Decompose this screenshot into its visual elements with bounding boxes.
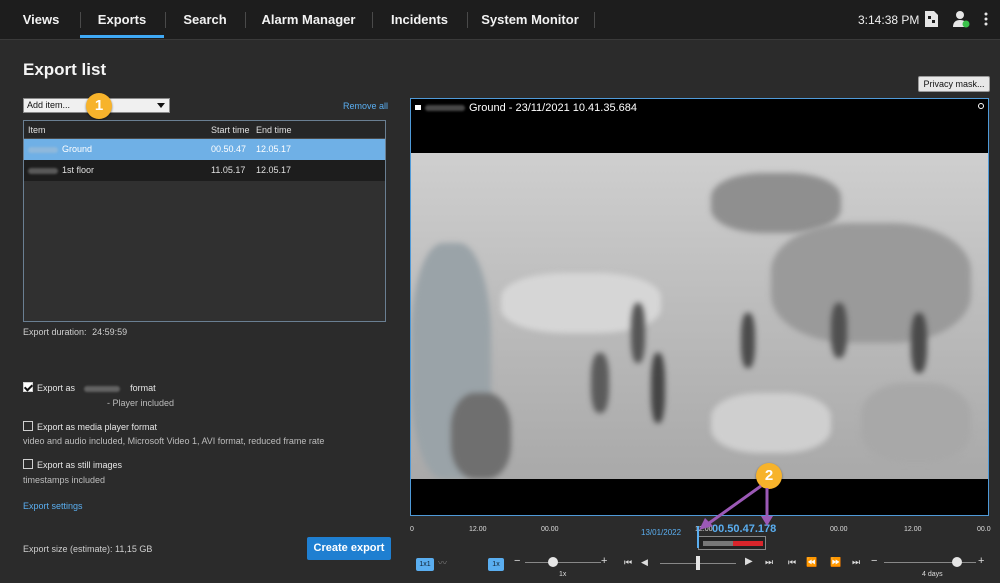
speed-slider-knob[interactable] bbox=[548, 557, 558, 567]
export-still-images-label: Export as still images bbox=[37, 460, 123, 470]
redacted-text bbox=[28, 146, 58, 153]
speed-label: 1x bbox=[559, 571, 567, 578]
export-settings-link[interactable]: Export settings bbox=[23, 501, 83, 511]
timeline-tick-label: 0 bbox=[410, 526, 414, 533]
next-sequence-icon[interactable]: ⏩ bbox=[830, 557, 841, 568]
play-reverse-icon[interactable]: ◀ bbox=[641, 557, 648, 568]
item-end-time: 12.05.17 bbox=[256, 165, 292, 175]
time-span-slider-knob[interactable] bbox=[952, 557, 962, 567]
span-plus-icon[interactable]: + bbox=[978, 555, 984, 567]
export-media-player-checkbox[interactable] bbox=[23, 421, 33, 431]
top-nav: Views Exports Search Alarm Manager Incid… bbox=[0, 0, 1000, 40]
timeline-tick-label: 00.00 bbox=[541, 526, 559, 533]
tab-incidents[interactable]: Incidents bbox=[372, 0, 467, 40]
video-preview[interactable]: Ground - 23/11/2021 10.41.35.684 bbox=[410, 98, 989, 516]
redacted-text bbox=[28, 167, 58, 174]
create-export-button[interactable]: Create export bbox=[307, 537, 391, 560]
waveform-icon: 〰 bbox=[438, 558, 448, 568]
tab-alarm-manager[interactable]: Alarm Manager bbox=[245, 0, 372, 40]
previous-frame-icon[interactable]: ⏮ bbox=[624, 557, 632, 568]
remove-all-link[interactable]: Remove all bbox=[343, 101, 388, 111]
previous-sequence-icon[interactable]: ⏪ bbox=[806, 557, 817, 568]
item-start-time: 11.05.17 bbox=[211, 165, 246, 175]
timeline-tick-label: 12.00 bbox=[469, 526, 487, 533]
play-forward-icon[interactable]: ▶ bbox=[745, 556, 753, 567]
timeline-tick-label: 00.0 bbox=[977, 526, 991, 533]
column-header-end-time[interactable]: End time bbox=[256, 121, 292, 139]
span-minus-icon[interactable]: − bbox=[871, 555, 877, 567]
user-status-icon[interactable] bbox=[952, 10, 970, 28]
speed-button[interactable]: 1x bbox=[488, 558, 504, 571]
export-format-checkbox[interactable] bbox=[23, 382, 33, 392]
layout-button[interactable]: 1x1 bbox=[416, 558, 434, 571]
list-item[interactable]: 1st floor 11.05.17 12.05.17 bbox=[24, 160, 385, 181]
clock: 3:14:38 PM bbox=[858, 13, 920, 27]
export-media-player-note: video and audio included, Microsoft Vide… bbox=[23, 436, 325, 446]
speed-slider[interactable] bbox=[525, 562, 601, 563]
redacted-text bbox=[425, 105, 465, 112]
column-header-start-time[interactable]: Start time bbox=[211, 121, 250, 139]
export-still-images-note: timestamps included bbox=[23, 475, 106, 485]
timeline-recorded-segment bbox=[703, 541, 733, 546]
item-end-time: 12.05.17 bbox=[256, 144, 292, 154]
export-still-images-checkbox[interactable] bbox=[23, 459, 33, 469]
document-icon[interactable] bbox=[922, 10, 940, 28]
go-to-start-icon[interactable]: ⏮ bbox=[788, 557, 796, 568]
tab-views[interactable]: Views bbox=[12, 0, 70, 40]
callout-arrows-icon bbox=[699, 484, 773, 530]
record-indicator-icon bbox=[978, 103, 984, 109]
jog-slider-handle[interactable] bbox=[696, 556, 700, 570]
export-size-estimate: Export size (estimate): 11,15 GB bbox=[23, 544, 153, 554]
item-start-time: 00.50.47 bbox=[211, 144, 247, 154]
export-duration: Export duration: 24:59:59 bbox=[23, 327, 127, 337]
time-span-label: 4 days bbox=[922, 571, 943, 578]
page-title: Export list bbox=[23, 60, 107, 79]
timeline-motion-segment bbox=[733, 541, 763, 546]
list-item[interactable]: Ground 00.50.47 12.05.17 bbox=[24, 139, 385, 160]
timeline-date: 13/01/2022 bbox=[641, 528, 682, 537]
more-vertical-icon[interactable] bbox=[982, 10, 990, 28]
export-media-player-label: Export as media player format bbox=[37, 422, 158, 432]
camera-frame bbox=[411, 153, 988, 479]
timeline-tick-label: 00.00 bbox=[830, 526, 848, 533]
camera-icon bbox=[415, 105, 421, 110]
tab-exports[interactable]: Exports bbox=[80, 0, 164, 40]
item-name: Ground bbox=[28, 139, 92, 160]
privacy-mask-button[interactable]: Privacy mask... bbox=[918, 76, 990, 92]
tab-search[interactable]: Search bbox=[165, 0, 245, 40]
export-items-list: Item Start time End time Ground 00.50.47… bbox=[23, 120, 386, 322]
timeline-tick-label: 12.00 bbox=[904, 526, 922, 533]
add-item-label: Add item... bbox=[27, 100, 71, 110]
time-span-slider[interactable] bbox=[884, 562, 976, 563]
export-duration-value: 24:59:59 bbox=[92, 327, 128, 337]
camera-title: Ground - 23/11/2021 10.41.35.684 bbox=[425, 102, 637, 114]
speed-minus-icon[interactable]: − bbox=[514, 555, 520, 567]
item-name: 1st floor bbox=[28, 160, 94, 181]
export-format-note: - Player included bbox=[107, 398, 175, 408]
column-header-item[interactable]: Item bbox=[28, 121, 46, 139]
chevron-down-icon bbox=[157, 103, 165, 108]
speed-plus-icon[interactable]: + bbox=[601, 555, 607, 567]
tab-separator bbox=[594, 12, 595, 28]
next-frame-icon[interactable]: ⏭ bbox=[765, 557, 773, 568]
redacted-text bbox=[83, 385, 120, 392]
export-duration-label: Export duration: bbox=[23, 327, 87, 337]
list-header: Item Start time End time bbox=[24, 121, 385, 139]
callout-badge-1: 1 bbox=[86, 93, 112, 119]
tab-system-monitor[interactable]: System Monitor bbox=[467, 0, 593, 40]
go-to-end-icon[interactable]: ⏭ bbox=[852, 557, 860, 568]
export-format-label: Export as format bbox=[37, 383, 156, 393]
